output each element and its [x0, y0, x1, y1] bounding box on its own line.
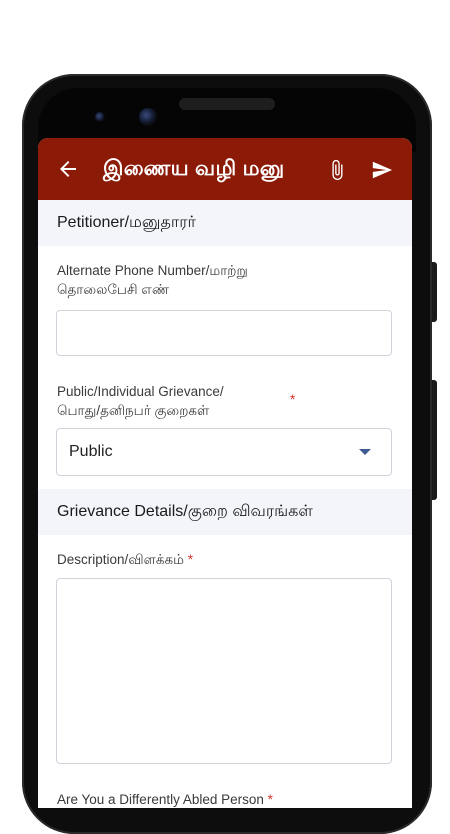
sensor-icon [95, 112, 105, 122]
description-label-text: Description/விளக்கம் [57, 552, 184, 567]
arrow-left-icon[interactable] [56, 157, 80, 181]
alt-phone-label-line1: Alternate Phone Number/மாற்று [57, 263, 248, 278]
section-header-grievance-details: Grievance Details/குறை விவரங்கள் [38, 489, 412, 535]
page-title: இணைய வழி மனு [103, 157, 285, 180]
app-screen: இணைய வழி மனு Petitioner/மனுதாரர் Alterna… [38, 138, 412, 808]
description-label: Description/விளக்கம் * [38, 550, 412, 569]
section-header-petitioner: Petitioner/மனுதாரர் [38, 200, 412, 246]
alt-phone-input[interactable] [56, 310, 392, 356]
alt-phone-label: Alternate Phone Number/மாற்று தொலைபேசி எ… [38, 261, 412, 299]
required-marker: * [187, 552, 193, 567]
front-camera-icon [139, 108, 157, 126]
grievance-type-selected: Public [69, 443, 113, 460]
grievance-type-label: Public/Individual Grievance/ பொது/தனிநபர… [38, 382, 412, 420]
volume-button [432, 262, 437, 322]
description-textarea[interactable] [56, 578, 392, 764]
send-icon[interactable] [370, 159, 394, 181]
app-bar: இணைய வழி மனு [38, 138, 412, 200]
grievance-type-select[interactable]: Public [56, 428, 392, 476]
grievance-type-label-line2: பொது/தனிநபர் குறைகள் [57, 403, 210, 418]
paperclip-icon[interactable] [326, 158, 348, 182]
earpiece-speaker [179, 98, 275, 110]
power-button [432, 380, 437, 500]
dropdown-caret-icon [359, 449, 371, 455]
required-marker: * [290, 392, 296, 407]
differently-abled-label: Are You a Differently Abled Person * [38, 790, 412, 808]
grievance-type-label-line1: Public/Individual Grievance/ [57, 384, 224, 399]
alt-phone-label-line2: தொலைபேசி எண் [57, 282, 170, 297]
